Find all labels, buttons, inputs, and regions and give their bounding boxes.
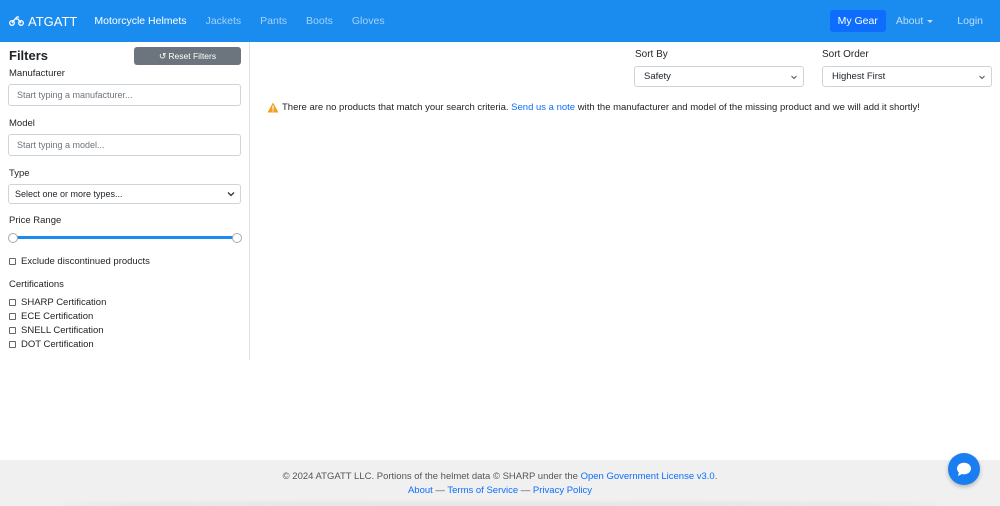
snell-certification-checkbox[interactable] <box>9 327 16 334</box>
my-gear-button[interactable]: My Gear <box>829 10 886 32</box>
motorcycle-icon <box>9 16 24 26</box>
manufacturer-placeholder: Start typing a manufacturer... <box>17 90 133 100</box>
page-footer: © 2024 ATGATT LLC. Portions of the helme… <box>0 460 1000 506</box>
footer-separator: — <box>435 485 445 496</box>
chat-button[interactable] <box>948 453 980 485</box>
license-period: . <box>714 471 718 482</box>
nav-link-gloves[interactable]: Gloves <box>352 15 385 27</box>
exclude-discontinued-row[interactable]: Exclude discontinued products <box>9 256 150 267</box>
exclude-discontinued-label: Exclude discontinued products <box>21 256 150 267</box>
manufacturer-input[interactable]: Start typing a manufacturer... <box>8 84 241 106</box>
price-max-handle[interactable] <box>232 233 242 243</box>
sort-order-value: Highest First <box>832 71 886 82</box>
footer-separator: — <box>520 485 531 496</box>
filters-title: Filters <box>9 48 49 63</box>
open-government-license-link[interactable]: Open Government License v3.0 <box>581 471 715 482</box>
login-link[interactable]: Login <box>957 15 983 27</box>
dot-certification-row[interactable]: DOT Certification <box>9 339 94 350</box>
ece-certification-label: ECE Certification <box>21 311 94 322</box>
brand-logo[interactable]: ATGATT <box>9 14 77 29</box>
top-navbar: ATGATT Motorcycle Helmets Jackets Pants … <box>0 0 1000 42</box>
certifications-label: Certifications <box>9 279 64 290</box>
about-label: About <box>895 15 924 27</box>
brand-name: ATGATT <box>28 13 78 29</box>
filters-sidebar: Filters ↺ Reset Filters Manufacturer Sta… <box>0 42 250 360</box>
reset-icon: ↺ <box>158 50 167 61</box>
chevron-down-icon <box>227 192 235 197</box>
model-placeholder: Start typing a model... <box>17 140 105 150</box>
about-dropdown[interactable]: About <box>895 15 934 27</box>
model-label: Model <box>9 118 35 129</box>
nav-link-boots[interactable]: Boots <box>306 15 333 27</box>
model-input[interactable]: Start typing a model... <box>8 134 241 156</box>
type-select-value: Select one or more types... <box>15 189 123 199</box>
send-us-a-note-link[interactable]: Send us a note <box>511 102 575 113</box>
dot-certification-checkbox[interactable] <box>9 341 16 348</box>
sharp-certification-label: SHARP Certification <box>21 297 107 308</box>
caret-down-icon <box>927 19 934 23</box>
snell-certification-row[interactable]: SNELL Certification <box>9 325 104 336</box>
copyright-text: © 2024 ATGATT LLC. Portions of the helme… <box>282 471 578 482</box>
notice-text-end: with the manufacturer and model of the m… <box>577 102 920 113</box>
nav-link-motorcycle-helmets[interactable]: Motorcycle Helmets <box>94 15 186 27</box>
manufacturer-label: Manufacturer <box>9 68 65 79</box>
snell-certification-label: SNELL Certification <box>21 325 104 336</box>
nav-link-jackets[interactable]: Jackets <box>206 15 242 27</box>
sort-by-label: Sort By <box>635 49 668 60</box>
exclude-discontinued-checkbox[interactable] <box>9 258 16 265</box>
type-label: Type <box>9 168 30 179</box>
sort-by-select[interactable]: Safety <box>634 66 804 87</box>
price-range-label: Price Range <box>9 215 62 226</box>
type-select[interactable]: Select one or more types... <box>8 184 241 204</box>
sharp-certification-checkbox[interactable] <box>9 299 16 306</box>
sort-order-label: Sort Order <box>822 49 869 60</box>
warning-icon <box>267 102 279 113</box>
sort-by-value: Safety <box>644 71 671 82</box>
ece-certification-checkbox[interactable] <box>9 313 16 320</box>
footer-copyright-line: © 2024 ATGATT LLC. Portions of the helme… <box>0 471 1000 482</box>
no-products-notice: There are no products that match your se… <box>267 102 920 113</box>
chat-bubble-icon <box>957 462 971 476</box>
reset-filters-label: Reset Filters <box>168 51 217 61</box>
footer-links: About — Terms of Service — Privacy Polic… <box>0 485 1000 496</box>
nav-link-pants[interactable]: Pants <box>260 15 287 27</box>
sort-order-select[interactable]: Highest First <box>822 66 992 87</box>
notice-text: There are no products that match your se… <box>282 102 509 113</box>
ece-certification-row[interactable]: ECE Certification <box>9 311 93 322</box>
sharp-certification-row[interactable]: SHARP Certification <box>9 297 106 308</box>
terms-of-service-link[interactable]: Terms of Service <box>447 485 518 496</box>
price-min-handle[interactable] <box>8 233 18 243</box>
price-range-track[interactable] <box>13 236 237 239</box>
chevron-down-icon <box>791 75 797 80</box>
privacy-policy-link[interactable]: Privacy Policy <box>533 485 592 496</box>
dot-certification-label: DOT Certification <box>21 339 94 350</box>
chevron-down-icon <box>979 75 985 80</box>
footer-about-link[interactable]: About <box>408 485 433 496</box>
reset-filters-button[interactable]: ↺ Reset Filters <box>134 47 241 65</box>
